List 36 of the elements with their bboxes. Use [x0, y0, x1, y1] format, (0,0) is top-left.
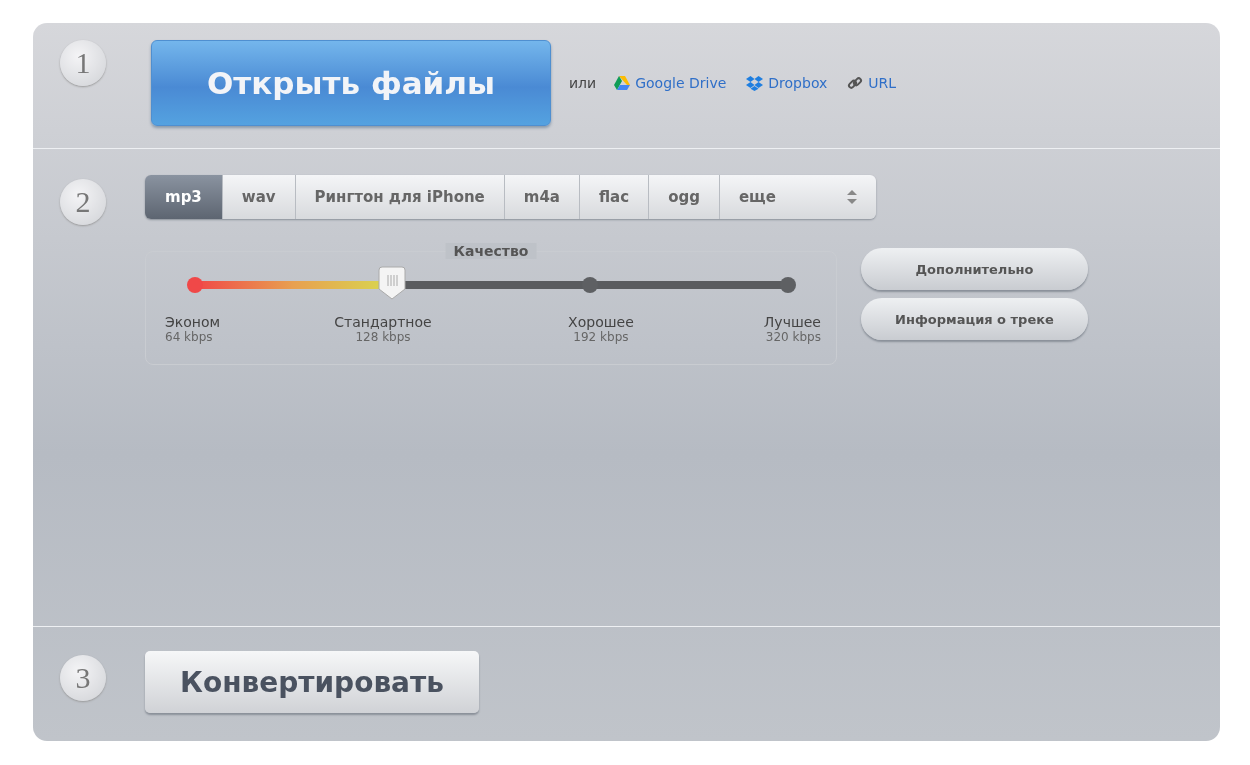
step-number: 1: [60, 40, 106, 86]
drive-icon: [614, 76, 631, 90]
quality-label: Хорошее: [568, 314, 634, 330]
open-files-button[interactable]: Открыть файлы: [151, 40, 551, 126]
more-formats-dropdown[interactable]: еще: [719, 175, 876, 219]
bitrate-label: 64 kbps: [165, 330, 213, 344]
slider-thumb[interactable]: [377, 266, 406, 300]
dropbox-icon: [746, 75, 764, 91]
options-button[interactable]: Информация о треке: [861, 298, 1088, 340]
slider-stop: [581, 277, 598, 293]
format-tab[interactable]: ogg: [649, 175, 720, 219]
slider-stop: [779, 277, 796, 293]
bitrate-label: 192 kbps: [573, 330, 629, 344]
up-down-arrows-icon: [846, 190, 857, 204]
format-tab[interactable]: wav: [222, 175, 296, 219]
quality-slider[interactable]: [186, 266, 796, 300]
or-text: или: [569, 75, 597, 91]
options-button[interactable]: Дополнительно: [861, 248, 1088, 290]
slider-stop: [186, 277, 203, 293]
link-icon: [847, 75, 864, 91]
source-link[interactable]: URL: [847, 75, 897, 91]
format-tab[interactable]: Рингтон для iPhone: [295, 175, 505, 219]
source-link[interactable]: Google Drive: [614, 75, 727, 91]
step-number: 3: [60, 655, 106, 701]
convert-button[interactable]: Конвертировать: [145, 651, 479, 713]
format-tab[interactable]: m4a: [504, 175, 580, 219]
quality-label: Стандартное: [334, 314, 432, 330]
quality-label: Лучшее: [763, 314, 821, 330]
bitrate-label: 128 kbps: [355, 330, 411, 344]
step-number: 2: [60, 179, 106, 225]
format-tab[interactable]: mp3: [145, 175, 223, 219]
format-tab[interactable]: flac: [580, 175, 650, 219]
quality-title: Качество: [445, 243, 537, 259]
source-link[interactable]: Dropbox: [746, 75, 828, 91]
bitrate-label: 320 kbps: [765, 330, 821, 344]
quality-label: Эконом: [165, 314, 221, 330]
